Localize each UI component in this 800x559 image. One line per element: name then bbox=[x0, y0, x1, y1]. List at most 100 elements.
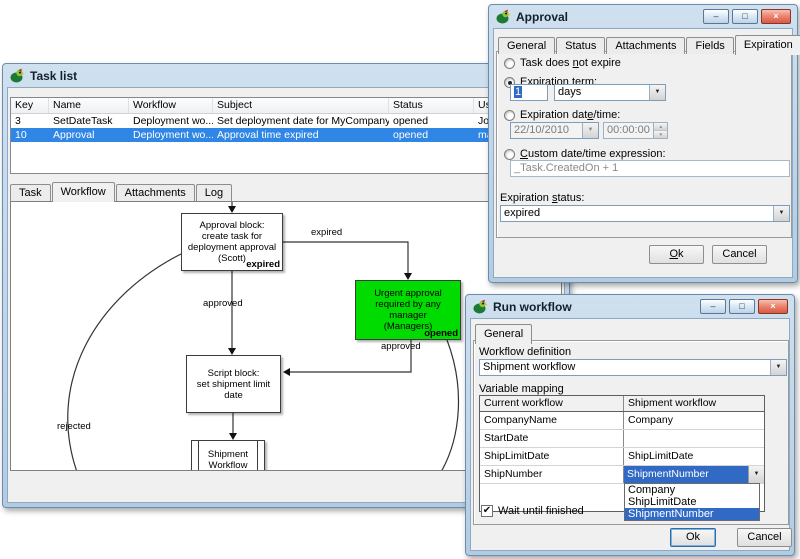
dropdown-option[interactable]: Company bbox=[625, 484, 759, 496]
run-tabbar: General bbox=[475, 323, 533, 343]
cell-subject: Approval time expired bbox=[213, 128, 389, 142]
dropdown-value: Shipment workflow bbox=[480, 360, 770, 375]
diagram-node-urgent-approval[interactable]: Urgent approval required by any manager … bbox=[355, 280, 461, 340]
term-unit-dropdown[interactable]: days ▼ bbox=[554, 84, 666, 101]
dropdown-option[interactable]: ShipLimitDate bbox=[625, 496, 759, 508]
diagram-node-approval-block[interactable]: Approval block: create task for deployme… bbox=[181, 213, 283, 271]
dialog-title: Approval bbox=[516, 10, 568, 24]
minimize-button-icon[interactable]: – bbox=[703, 9, 729, 24]
maximize-button-icon[interactable]: □ bbox=[732, 9, 758, 24]
maximize-button-icon[interactable]: □ bbox=[729, 299, 755, 314]
task-table-header: Key Name Workflow Subject Status User bbox=[11, 98, 561, 114]
cell-dropdown[interactable]: ShipmentNumber ▼ bbox=[624, 466, 764, 483]
dropdown-option-selected[interactable]: ShipmentNumber bbox=[625, 508, 759, 520]
close-button-icon[interactable]: × bbox=[761, 9, 791, 24]
node-line: deployment approval bbox=[182, 242, 282, 253]
tab-expiration[interactable]: Expiration bbox=[735, 35, 800, 55]
radio-expiration-datetime[interactable]: Expiration date/time: bbox=[504, 109, 620, 121]
approval-titlebar[interactable]: Approval – □ × bbox=[489, 5, 797, 28]
cancel-button[interactable]: Cancel bbox=[712, 245, 767, 264]
chevron-down-icon[interactable]: ▼ bbox=[770, 360, 786, 375]
ok-button[interactable]: Ok bbox=[649, 245, 704, 264]
dialog-title: Run workflow bbox=[493, 300, 572, 314]
chevron-down-icon[interactable]: ▼ bbox=[748, 466, 764, 483]
date-value: 22/10/2010 bbox=[511, 123, 582, 138]
grid-row[interactable]: CompanyName Company bbox=[480, 412, 764, 430]
approval-client: General Status Attachments Fields Expira… bbox=[493, 28, 793, 278]
tab-attachments[interactable]: Attachments bbox=[606, 37, 685, 54]
time-value: 00:00:00 bbox=[604, 123, 653, 138]
label-accesskey: O bbox=[669, 248, 678, 260]
label-part: Expiration bbox=[500, 192, 552, 204]
node-line: Shipment bbox=[192, 449, 264, 460]
radio-custom-expression[interactable]: Custom date/time expression: bbox=[504, 148, 666, 160]
spin-down-icon[interactable]: ▼ bbox=[654, 131, 668, 139]
chevron-down-icon[interactable]: ▼ bbox=[582, 123, 598, 138]
node-line: Workflow bbox=[192, 460, 264, 471]
checkbox-checked-icon[interactable]: ✔ bbox=[481, 505, 493, 517]
spin-up-icon[interactable]: ▲ bbox=[654, 123, 668, 131]
grid-row[interactable]: StartDate bbox=[480, 430, 764, 448]
close-button-icon[interactable]: × bbox=[758, 299, 788, 314]
radio-icon[interactable] bbox=[504, 58, 515, 69]
node-line: Script block: bbox=[187, 368, 280, 379]
node-line: Approval block: bbox=[182, 220, 282, 231]
run-workflow-titlebar[interactable]: Run workflow – □ × bbox=[466, 295, 794, 318]
approval-dialog: Approval – □ × General Status Attachment… bbox=[488, 4, 798, 283]
tab-workflow[interactable]: Workflow bbox=[52, 182, 115, 202]
column-header-status[interactable]: Status bbox=[389, 98, 474, 113]
tab-log[interactable]: Log bbox=[196, 184, 232, 201]
ok-button[interactable]: Ok bbox=[670, 528, 716, 547]
expiration-date-picker[interactable]: 22/10/2010 ▼ bbox=[510, 122, 599, 139]
window-controls: – □ × bbox=[703, 9, 791, 24]
radio-icon[interactable] bbox=[504, 110, 515, 121]
node-line: set shipment limit bbox=[187, 379, 280, 390]
cell-status: opened bbox=[389, 128, 474, 142]
grid-column-shipment: Shipment workflow bbox=[624, 396, 764, 411]
cell-key: 10 bbox=[11, 128, 49, 142]
expiration-time-spinner[interactable]: 00:00:00 ▲▼ bbox=[603, 122, 668, 139]
column-header-key[interactable]: Key bbox=[11, 98, 49, 113]
dropdown-value: expired bbox=[501, 206, 773, 221]
grid-row[interactable]: ShipLimitDate ShipLimitDate bbox=[480, 448, 764, 466]
tab-general[interactable]: General bbox=[498, 37, 555, 54]
edge-label-expired: expired bbox=[311, 227, 342, 238]
table-row-selected[interactable]: 10 Approval Deployment wo... Approval ti… bbox=[11, 128, 561, 142]
expiration-status-dropdown[interactable]: expired ▼ bbox=[500, 205, 790, 222]
grid-row[interactable]: ShipNumber ShipmentNumber ▼ bbox=[480, 466, 764, 484]
column-header-workflow[interactable]: Workflow bbox=[129, 98, 213, 113]
minimize-button-icon[interactable]: – bbox=[700, 299, 726, 314]
column-header-name[interactable]: Name bbox=[49, 98, 129, 113]
chevron-down-icon[interactable]: ▼ bbox=[773, 206, 789, 221]
node-line: create task for bbox=[182, 231, 282, 242]
column-header-subject[interactable]: Subject bbox=[213, 98, 389, 113]
spinner-buttons[interactable]: ▲▼ bbox=[653, 123, 668, 138]
grid-column-current: Current workflow bbox=[480, 396, 624, 411]
grid-cell: ShipmentNumber ▼ bbox=[624, 466, 764, 483]
workflow-definition-dropdown[interactable]: Shipment workflow ▼ bbox=[479, 359, 787, 376]
radio-task-does-not-expire[interactable]: Task does not expire bbox=[504, 57, 621, 69]
label-part: ot expire bbox=[579, 57, 621, 69]
tab-status[interactable]: Status bbox=[556, 37, 605, 54]
variable-mapping-label: Variable mapping bbox=[479, 383, 564, 395]
run-workflow-client: General Workflow definition Shipment wor… bbox=[470, 318, 790, 551]
table-row[interactable]: 3 SetDateTask Deployment wo... Set deplo… bbox=[11, 114, 561, 128]
custom-expression-input[interactable]: _Task.CreatedOn + 1 bbox=[510, 160, 790, 177]
tab-attachments[interactable]: Attachments bbox=[116, 184, 195, 201]
grid-cell bbox=[624, 430, 764, 447]
diagram-node-script-block[interactable]: Script block: set shipment limit date bbox=[186, 355, 281, 413]
radio-label: Task does not expire bbox=[520, 57, 621, 69]
chevron-down-icon[interactable]: ▼ bbox=[649, 85, 665, 100]
tab-fields[interactable]: Fields bbox=[686, 37, 733, 54]
diagram-node-shipment-workflow[interactable]: Shipment Workflow bbox=[191, 440, 265, 471]
term-value-input[interactable]: 1 bbox=[510, 84, 548, 101]
label-part: k bbox=[678, 248, 684, 260]
tab-general[interactable]: General bbox=[475, 324, 532, 344]
radio-icon[interactable] bbox=[504, 149, 515, 160]
workflow-definition-label: Workflow definition bbox=[479, 346, 571, 358]
wait-until-finished-checkbox[interactable]: ✔ Wait until finished bbox=[481, 505, 584, 517]
tab-task[interactable]: Task bbox=[10, 184, 51, 201]
task-list-titlebar[interactable]: Task list bbox=[3, 64, 569, 87]
cancel-button[interactable]: Cancel bbox=[737, 528, 792, 547]
radio-label: Custom date/time expression: bbox=[520, 148, 666, 160]
